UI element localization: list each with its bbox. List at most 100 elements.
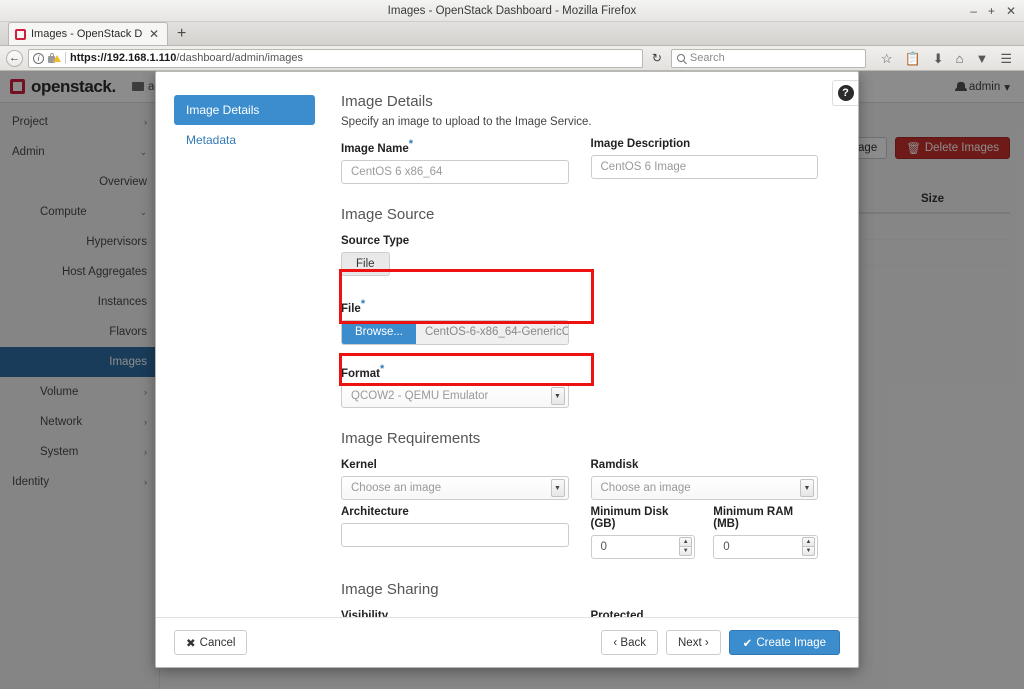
section-title-image-requirements: Image Requirements [341, 430, 481, 448]
modal-form: Image Details Specify an image to upload… [329, 89, 858, 617]
help-icon: ? [837, 85, 854, 101]
next-button[interactable]: Next › [666, 630, 721, 655]
ramdisk-select[interactable]: Choose an image ▼ [590, 476, 818, 501]
tab-label: Image Details [186, 103, 260, 117]
file-group: File* Browse... CentOS-6-x86_64-GenericC… [341, 292, 569, 345]
visibility-group: Visibility PublicPrivate [341, 604, 569, 617]
kernel-select[interactable]: Choose an image ▼ [341, 476, 569, 501]
file-label: File* [341, 298, 569, 315]
navigation-toolbar: ← i https://192.168.1.110/dashboard/admi… [0, 46, 1024, 71]
pocket-icon[interactable]: ▼ [975, 52, 988, 65]
architecture-input[interactable] [341, 523, 569, 548]
format-select[interactable]: QCOW2 - QEMU Emulator ▼ [341, 384, 569, 409]
cancel-button[interactable]: ✖ Cancel [174, 630, 248, 655]
chevron-down-icon[interactable]: ▼ [550, 387, 565, 406]
format-label-text: Format [341, 367, 380, 380]
architecture-label: Architecture [341, 506, 409, 519]
architecture-row: Architecture Minimum Disk (GB) 0 ▲ ▼ Min… [341, 500, 818, 560]
protected-label: Protected [590, 610, 644, 617]
source-type-spacer [591, 229, 819, 276]
min-disk-label: Minimum Disk (GB) [590, 506, 669, 531]
browse-button[interactable]: Browse... [342, 320, 416, 344]
firefox-window: Images - OpenStack Dashboard - Mozilla F… [0, 0, 1024, 689]
format-selected-value: QCOW2 - QEMU Emulator [351, 390, 489, 403]
back-button[interactable]: ‹ Back [601, 630, 658, 655]
ramdisk-group: Ramdisk Choose an image ▼ [590, 453, 818, 501]
reload-icon[interactable]: ↻ [648, 51, 666, 65]
tab-close-icon[interactable]: ✕ [147, 27, 161, 41]
url-host: https://192.168.1.110 [70, 52, 177, 64]
chevron-down-icon[interactable]: ▼ [800, 479, 814, 498]
stepper-arrows[interactable]: ▲ ▼ [802, 537, 815, 557]
stepper-down-icon[interactable]: ▼ [679, 546, 693, 557]
file-input[interactable]: Browse... CentOS-6-x86_64-GenericCloud.q… [341, 319, 569, 345]
image-name-input[interactable]: CentOS 6 x86_64 [341, 159, 569, 184]
browser-tab-images[interactable]: Images - OpenStack Dashb ✕ [8, 22, 168, 45]
url-bar[interactable]: i https://192.168.1.110/dashboard/admin/… [28, 48, 643, 68]
home-icon[interactable]: ⌂ [956, 52, 964, 65]
url-text: https://192.168.1.110/dashboard/admin/im… [70, 52, 303, 64]
min-ram-stepper[interactable]: 0 ▲ ▼ [713, 535, 818, 560]
tab-label: Images - OpenStack Dashb [31, 28, 142, 40]
modal-body: ? Image Details Metadata Image Details Sp… [156, 72, 858, 617]
footer-right-actions: ‹ Back Next › ✔ Create Image [601, 630, 840, 655]
details-row: Image Name* CentOS 6 x86_64 Image Descri… [341, 132, 818, 184]
menu-icon[interactable]: ☰ [1000, 52, 1012, 65]
file-spacer [591, 292, 819, 345]
search-bar[interactable]: Search [670, 48, 866, 68]
visibility-label: Visibility [341, 610, 389, 617]
help-button[interactable]: ? [832, 80, 858, 106]
ramdisk-selected-value: Choose an image [600, 482, 691, 495]
required-asterisk: * [360, 297, 366, 310]
lock-warning-icon[interactable] [48, 52, 61, 64]
kernel-selected-value: Choose an image [351, 482, 442, 495]
minimize-button[interactable]: – [970, 5, 977, 17]
toolbar-icons: ☆ 📋 ⬇ ⌂ ▼ ☰ [871, 52, 1018, 65]
file-row: File* Browse... CentOS-6-x86_64-GenericC… [341, 292, 818, 345]
library-icon[interactable]: 📋 [905, 52, 921, 65]
min-disk-stepper[interactable]: 0 ▲ ▼ [590, 535, 696, 560]
format-label: Format* [341, 363, 569, 380]
close-button[interactable]: ✕ [1006, 5, 1016, 17]
kernel-group: Kernel Choose an image ▼ [341, 453, 569, 501]
modal-tab-list: Image Details Metadata [156, 89, 329, 617]
min-ram-label: Minimum RAM (MB) [713, 506, 794, 531]
stepper-up-icon[interactable]: ▲ [802, 537, 815, 547]
format-spacer [591, 357, 819, 409]
format-group: Format* QCOW2 - QEMU Emulator ▼ [341, 357, 569, 409]
ramdisk-label: Ramdisk [590, 459, 639, 472]
source-type-file-button[interactable]: File [341, 251, 390, 276]
openstack-favicon [15, 28, 26, 40]
create-image-modal: ? Image Details Metadata Image Details Sp… [155, 71, 859, 668]
image-name-label: Image Name* [341, 138, 569, 155]
section-title-image-sharing: Image Sharing [341, 581, 439, 599]
back-button[interactable]: ← [6, 49, 23, 67]
file-label-text: File [341, 302, 361, 315]
tab-image-details[interactable]: Image Details [174, 95, 315, 125]
maximize-button[interactable]: + [988, 5, 995, 17]
stepper-up-icon[interactable]: ▲ [679, 537, 693, 547]
image-name-label-text: Image Name [341, 142, 409, 155]
create-image-submit-button[interactable]: ✔ Create Image [728, 630, 840, 655]
stepper-arrows[interactable]: ▲ ▼ [679, 537, 693, 557]
downloads-icon[interactable]: ⬇ [933, 52, 944, 65]
min-disk-group: Minimum Disk (GB) 0 ▲ ▼ [590, 500, 696, 560]
tab-metadata[interactable]: Metadata [174, 125, 315, 155]
window-titlebar: Images - OpenStack Dashboard - Mozilla F… [0, 0, 1024, 22]
star-icon[interactable]: ☆ [881, 52, 893, 65]
create-image-label: Create Image [756, 636, 826, 649]
image-description-label: Image Description [590, 138, 691, 150]
source-type-group: Source Type File [341, 229, 569, 276]
chevron-down-icon[interactable]: ▼ [550, 479, 565, 498]
page-info-icon[interactable]: i [33, 52, 44, 64]
min-ram-group: Minimum RAM (MB) 0 ▲ ▼ [713, 500, 818, 560]
stepper-down-icon[interactable]: ▼ [802, 546, 815, 557]
architecture-group: Architecture [341, 500, 569, 559]
url-divider [65, 52, 66, 64]
source-type-label: Source Type [341, 234, 410, 247]
close-icon: ✖ [186, 637, 196, 650]
kernel-ramdisk-row: Kernel Choose an image ▼ Ramdisk Choose … [341, 453, 818, 501]
new-tab-button[interactable]: + [168, 23, 195, 45]
section-title-image-source: Image Source [341, 205, 435, 223]
image-description-input[interactable]: CentOS 6 Image [590, 155, 818, 179]
